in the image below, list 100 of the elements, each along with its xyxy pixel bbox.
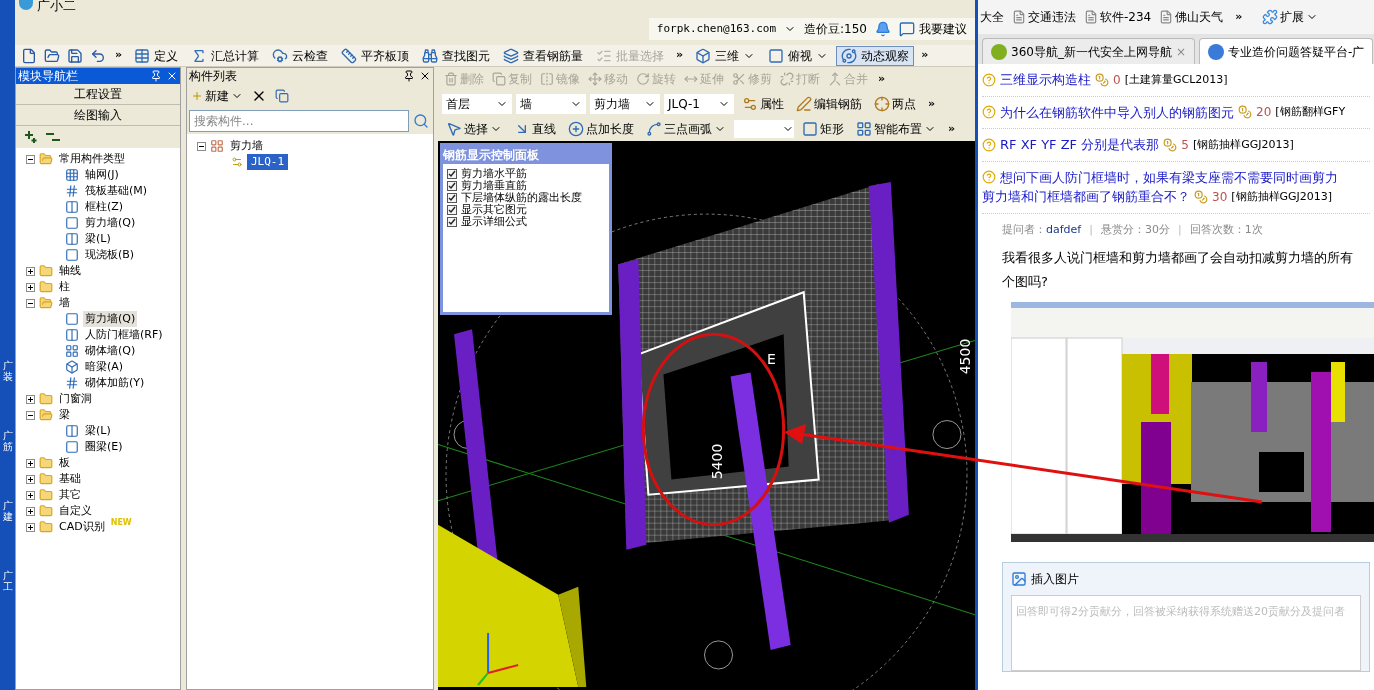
- layer-dropdown[interactable]: JLQ-1: [664, 94, 734, 114]
- suggest-button[interactable]: 我要建议: [899, 20, 967, 38]
- tree-item[interactable]: 其它: [57, 486, 83, 504]
- tree-item[interactable]: 砌体加筋(Y): [83, 374, 147, 392]
- toolbar-button[interactable]: 矩形: [798, 120, 848, 138]
- more-chevron[interactable]: »: [111, 47, 127, 64]
- tree-item[interactable]: 剪力墙(Q): [83, 214, 138, 232]
- beans-count: 造价豆:150: [804, 21, 867, 38]
- layer-dropdown[interactable]: 墙: [516, 94, 586, 114]
- more-chevron[interactable]: »: [1231, 8, 1247, 26]
- toolbar-button[interactable]: 查找图元: [417, 45, 496, 66]
- collapse-icon[interactable]: [26, 154, 35, 164]
- more-chevron[interactable]: »: [924, 95, 940, 113]
- tree-item[interactable]: 梁(L): [83, 230, 113, 248]
- tree-item[interactable]: 基础: [57, 470, 83, 488]
- toolbar-button[interactable]: 编辑钢筋: [792, 95, 866, 113]
- expand-icon[interactable]: [26, 394, 35, 404]
- search-field[interactable]: 搜索构件...: [189, 110, 409, 132]
- toolbar-button[interactable]: 属性: [738, 95, 788, 113]
- tree-item[interactable]: 人防门框墙(RF): [83, 326, 165, 344]
- question-link[interactable]: 剪力墙和门框墙都画了钢筋重合不？: [982, 187, 1190, 207]
- bookmark-link[interactable]: 软件-234: [1084, 8, 1152, 26]
- tree-item[interactable]: 砌体墙(Q): [83, 342, 138, 360]
- question-link[interactable]: 为什么在钢筋软件中导入别人的钢筋图元: [1000, 102, 1234, 122]
- tree-item[interactable]: 墙: [57, 294, 72, 312]
- reward-points: 0: [1113, 71, 1121, 89]
- more-chevron[interactable]: »: [874, 70, 890, 88]
- tree-item[interactable]: 剪力墙(Q): [83, 310, 138, 328]
- expand-icon[interactable]: [26, 490, 35, 500]
- tree-item[interactable]: 轴网(J): [83, 166, 121, 184]
- desktop-icon-label: 广建: [2, 500, 13, 522]
- collapse-icon[interactable]: [26, 410, 35, 420]
- toolbar-button[interactable]: 俯视: [763, 45, 834, 66]
- browser-tab[interactable]: 专业造价问题答疑平台-广: [1198, 38, 1374, 64]
- expand-all-icon[interactable]: [24, 130, 38, 144]
- tree-item[interactable]: 现浇板(B): [83, 246, 137, 264]
- expand-icon[interactable]: [26, 506, 35, 516]
- expand-icon[interactable]: [26, 282, 35, 292]
- toolbar-button[interactable]: 两点: [870, 95, 920, 113]
- toolbar-button[interactable]: 三点画弧: [642, 120, 730, 138]
- toolbar-button[interactable]: 选择: [442, 120, 506, 138]
- checkbox[interactable]: [447, 205, 457, 215]
- toolbar-button[interactable]: 智能布置: [852, 120, 940, 138]
- tree-item[interactable]: 框柱(Z): [83, 198, 126, 216]
- toolbar-button[interactable]: 动态观察: [836, 45, 915, 66]
- extensions-button[interactable]: 扩展: [1262, 8, 1319, 26]
- expand-icon[interactable]: [26, 458, 35, 468]
- dropdown-field[interactable]: [734, 120, 794, 138]
- axis-gizmo: [477, 631, 520, 686]
- tree-item[interactable]: 常用构件类型: [57, 150, 127, 168]
- checkbox[interactable]: [447, 217, 457, 227]
- more-chevron[interactable]: »: [672, 47, 688, 64]
- checkbox[interactable]: [447, 181, 457, 191]
- layer-dropdown[interactable]: 剪力墙: [590, 94, 660, 114]
- toolbar-button[interactable]: 三维: [690, 45, 761, 66]
- new-button[interactable]: 新建: [191, 87, 243, 105]
- tree-item[interactable]: 自定义: [57, 502, 94, 520]
- tree-item[interactable]: 板: [57, 454, 72, 472]
- toolbar-button[interactable]: 平齐板顶: [336, 45, 415, 66]
- toolbar-button[interactable]: 直线: [510, 120, 560, 138]
- bookmark-link[interactable]: 佛山天气: [1159, 8, 1224, 26]
- toolbar-button[interactable]: 查看钢筋量: [498, 45, 589, 66]
- toolbar-button[interactable]: 定义: [129, 45, 184, 66]
- account-email[interactable]: forpk.chen@163.com: [656, 20, 777, 38]
- bookmark-link[interactable]: 交通违法: [1012, 8, 1076, 26]
- toolbar-button[interactable]: 汇总计算: [186, 45, 265, 66]
- collapse-icon[interactable]: [26, 298, 35, 308]
- tree-item[interactable]: 门窗洞: [57, 390, 94, 408]
- tree-item[interactable]: 柱: [57, 278, 72, 296]
- question-link[interactable]: RF XF YF ZF 分别是代表那: [1000, 135, 1160, 155]
- expand-icon[interactable]: [26, 266, 35, 276]
- toolbar-button[interactable]: 点加长度: [564, 120, 638, 138]
- browser-tab[interactable]: 360导航_新一代安全上网导航 ×: [982, 38, 1195, 64]
- bookmark-link[interactable]: 大全: [980, 8, 1004, 26]
- module-button[interactable]: 绘图输入: [16, 105, 180, 126]
- collapse-all-icon[interactable]: [46, 133, 60, 141]
- more-chevron[interactable]: »: [917, 47, 933, 64]
- component-icon: [65, 216, 79, 230]
- tree-item[interactable]: 筏板基础(M): [83, 182, 150, 200]
- collapse-icon[interactable]: [197, 141, 206, 151]
- module-button[interactable]: 工程设置: [16, 84, 180, 105]
- tree-item[interactable]: 剪力墙: [228, 137, 265, 155]
- checkbox[interactable]: [447, 193, 457, 203]
- expand-icon[interactable]: [26, 522, 35, 532]
- more-chevron[interactable]: »: [944, 120, 960, 138]
- layer-dropdown[interactable]: 首层: [442, 94, 512, 114]
- tree-item[interactable]: 圈梁(E): [83, 438, 125, 456]
- open-folder-icon: [44, 47, 60, 64]
- tree-item[interactable]: 梁: [57, 406, 72, 424]
- checkbox[interactable]: [447, 169, 457, 179]
- expand-icon[interactable]: [26, 474, 35, 484]
- question-link[interactable]: 想问下画人防门框墙时，如果有梁支座需不需要同时画剪力: [1000, 167, 1338, 187]
- tree-item[interactable]: CAD识别: [57, 518, 107, 536]
- tree-item[interactable]: 暗梁(A): [83, 358, 126, 376]
- insert-image-button[interactable]: 插入图片: [1031, 570, 1079, 588]
- question-link[interactable]: 三维显示构造柱: [1000, 70, 1091, 90]
- tree-item[interactable]: 梁(L): [83, 422, 113, 440]
- tree-item[interactable]: JLQ-1: [247, 153, 289, 171]
- toolbar-button[interactable]: 云检查: [267, 45, 334, 66]
- tree-item[interactable]: 轴线: [57, 262, 83, 280]
